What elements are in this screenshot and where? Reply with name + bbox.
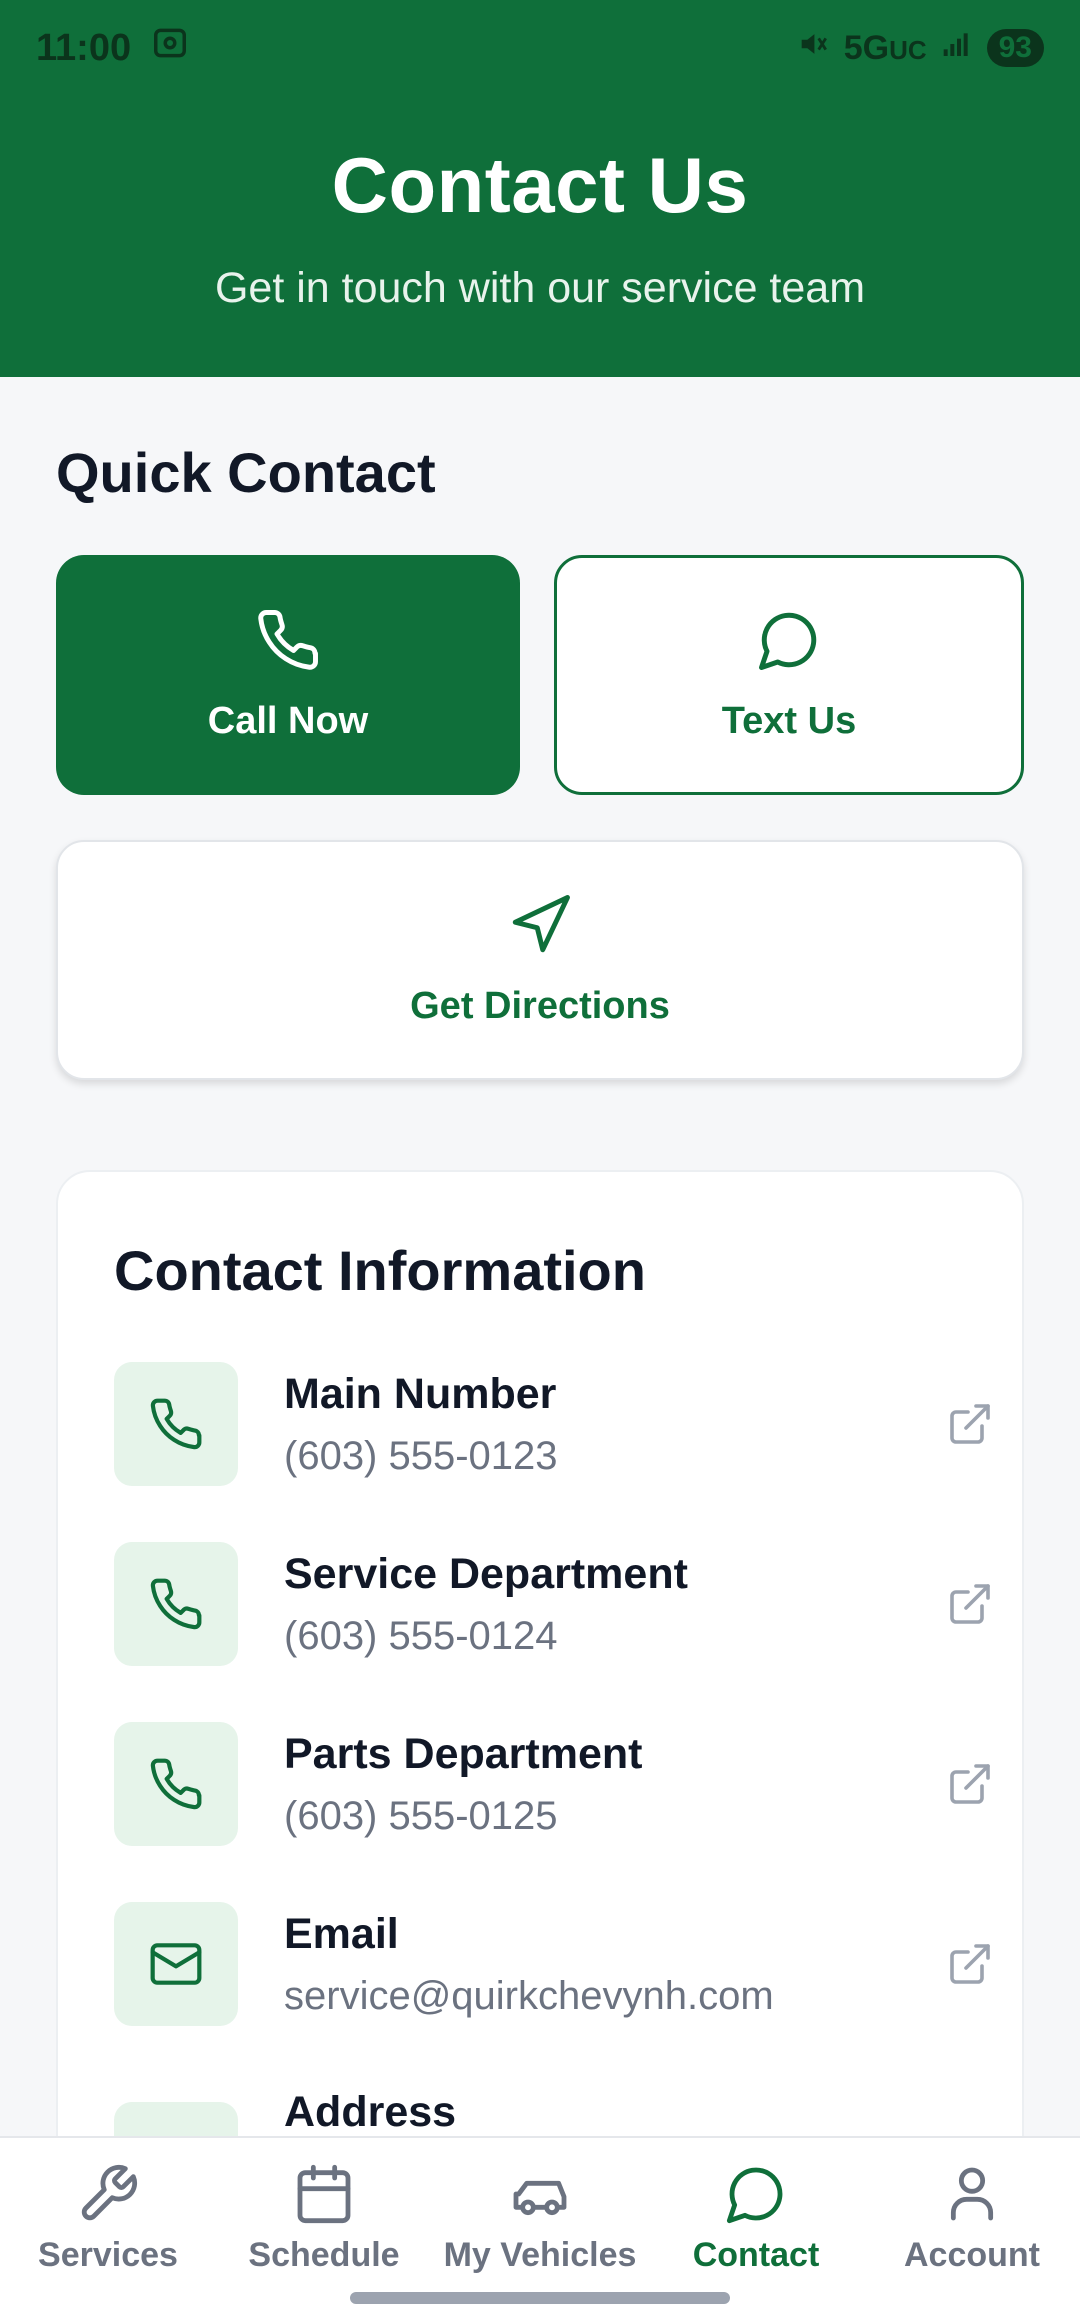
contact-label: Parts Department — [284, 1730, 643, 1778]
contact-label: Service Department — [284, 1550, 688, 1598]
get-directions-button[interactable]: Get Directions — [56, 840, 1024, 1080]
contact-row-email[interactable]: Email service@quirkchevynh.com — [114, 1902, 994, 2026]
external-link-icon[interactable] — [946, 1400, 994, 1448]
battery-indicator: 93 — [986, 29, 1044, 67]
call-now-button[interactable]: Call Now — [56, 555, 520, 795]
get-directions-label: Get Directions — [410, 985, 670, 1027]
contact-row-main-number[interactable]: Main Number (603) 555-0123 — [114, 1362, 994, 1486]
contact-value: (603) 555-0123 — [284, 1434, 558, 1478]
page-title: Contact Us — [331, 141, 749, 229]
contact-value: service@quirkchevynh.com — [284, 1974, 774, 2018]
contact-row-service-department[interactable]: Service Department (603) 555-0124 — [114, 1542, 994, 1666]
network-label: 5GUC — [843, 28, 927, 67]
call-now-label: Call Now — [207, 700, 369, 742]
user-icon — [950, 2167, 994, 2221]
nav-item-schedule[interactable]: Schedule — [224, 2162, 424, 2275]
message-icon — [756, 607, 822, 678]
phone-icon — [255, 607, 321, 678]
bottom-nav: Services Schedule My Vehicles Contact Ac… — [0, 2136, 1080, 2316]
mute-icon — [796, 27, 830, 70]
signal-icon — [941, 29, 973, 68]
status-time: 11:00 — [36, 26, 132, 69]
nav-item-services[interactable]: Services — [8, 2162, 208, 2275]
page-subtitle: Get in touch with our service team — [214, 264, 866, 312]
nav-label: Account — [904, 2236, 1040, 2274]
header: 11:00 5GUC 93 Contact Us Get in touch wi… — [0, 0, 1080, 377]
contact-row-parts-department[interactable]: Parts Department (603) 555-0125 — [114, 1722, 994, 1846]
contact-information-card: Contact Information Main Number (603) 55… — [56, 1170, 1024, 2170]
nav-label: Schedule — [248, 2236, 400, 2274]
contact-value: (603) 555-0125 — [284, 1794, 558, 1838]
nav-label: Contact — [692, 2236, 820, 2274]
car-icon — [513, 2180, 567, 2216]
wrench-icon — [81, 2164, 138, 2221]
nav-item-my-vehicles[interactable]: My Vehicles — [440, 2162, 640, 2275]
contact-information-title: Contact Information — [114, 1239, 646, 1302]
nav-item-contact[interactable]: Contact — [656, 2162, 856, 2275]
screenshot-icon — [151, 24, 189, 72]
nav-label: Services — [38, 2236, 178, 2274]
nav-item-account[interactable]: Account — [872, 2162, 1072, 2275]
external-link-icon[interactable] — [946, 1760, 994, 1808]
mail-icon — [114, 1902, 238, 2026]
phone-icon — [114, 1362, 238, 1486]
status-bar: 11:00 5GUC 93 — [0, 0, 1080, 96]
nav-label: My Vehicles — [443, 2236, 637, 2274]
text-us-label: Text Us — [721, 700, 857, 742]
contact-label: Main Number — [284, 1370, 557, 1418]
external-link-icon[interactable] — [946, 1580, 994, 1628]
contact-label: Address — [284, 2088, 457, 2136]
contact-label: Email — [284, 1910, 399, 1958]
quick-contact-title: Quick Contact — [56, 441, 436, 504]
message-icon — [726, 2167, 783, 2224]
calendar-icon — [297, 2164, 351, 2224]
phone-icon — [114, 1542, 238, 1666]
external-link-icon[interactable] — [946, 1940, 994, 1988]
navigation-icon — [507, 892, 573, 963]
home-indicator[interactable] — [350, 2292, 730, 2304]
contact-value: (603) 555-0124 — [284, 1614, 558, 1658]
text-us-button[interactable]: Text Us — [554, 555, 1024, 795]
phone-icon — [114, 1722, 238, 1846]
